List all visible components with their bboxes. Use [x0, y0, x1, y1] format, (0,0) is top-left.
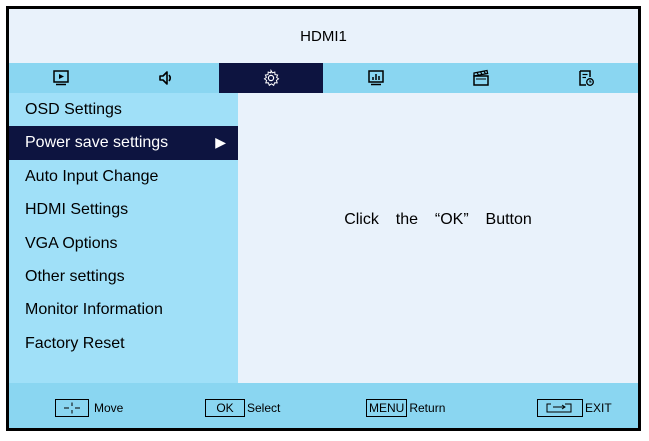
footer-bar: Move OK Select MENU Return EXIT [9, 383, 638, 428]
menu-item-label: OSD Settings [25, 101, 122, 118]
menu-item-label: HDMI Settings [25, 201, 129, 219]
menu-item-label: Factory Reset [25, 334, 125, 352]
gear-icon [263, 69, 280, 87]
footer-exit: EXIT [537, 399, 612, 417]
content-panel: Click the “OK” Button [238, 93, 638, 383]
osd-window: HDMI1 OSD Settings Power save settings ▶… [6, 6, 641, 431]
tab-picture[interactable] [9, 63, 114, 93]
exit-key-icon [537, 399, 583, 417]
menu-item-monitor-information[interactable]: Monitor Information [9, 293, 238, 326]
tab-schedule[interactable] [533, 63, 638, 93]
menu-item-hdmi-settings[interactable]: HDMI Settings [9, 193, 238, 226]
menu-item-vga-options[interactable]: VGA Options [9, 227, 238, 260]
tab-settings[interactable] [218, 63, 324, 93]
menu-key: MENU [366, 399, 408, 417]
speaker-icon [159, 71, 172, 85]
menu-item-label: Power save settings [25, 134, 169, 152]
menu-item-power-save-settings[interactable]: Power save settings ▶ [9, 126, 238, 160]
clapperboard-icon [472, 69, 489, 86]
picture-icon [53, 70, 70, 86]
menu-item-label: Other settings [25, 267, 125, 285]
footer-select: OK Select [205, 399, 280, 417]
menu-item-osd-settings[interactable]: OSD Settings [9, 93, 238, 126]
move-key-icon [55, 399, 89, 417]
source-title: HDMI1 [9, 9, 638, 63]
footer-return: MENU Return [366, 399, 445, 417]
menu-item-label: VGA Options [25, 234, 118, 252]
menu-item-label: Monitor Information [25, 301, 163, 319]
select-label: Select [247, 401, 281, 415]
submenu-arrow-icon: ▶ [215, 134, 226, 151]
tab-bar [9, 63, 638, 93]
menu-item-factory-reset[interactable]: Factory Reset [9, 327, 238, 360]
move-label: Move [94, 401, 124, 415]
footer-move: Move [55, 399, 123, 417]
menu-item-auto-input-change[interactable]: Auto Input Change [9, 160, 238, 193]
menu-item-label: Auto Input Change [25, 167, 159, 185]
chart-icon [368, 70, 384, 86]
tab-media[interactable] [428, 63, 534, 93]
settings-menu: OSD Settings Power save settings ▶ Auto … [9, 93, 238, 383]
menu-item-other-settings[interactable]: Other settings [9, 260, 238, 293]
tab-display[interactable] [323, 63, 429, 93]
tab-audio[interactable] [113, 63, 219, 93]
exit-label: EXIT [585, 401, 612, 415]
ok-key: OK [205, 399, 245, 417]
return-label: Return [409, 401, 446, 415]
ok-hint-text: Click the “OK” Button [344, 211, 532, 228]
schedule-icon [578, 70, 594, 86]
